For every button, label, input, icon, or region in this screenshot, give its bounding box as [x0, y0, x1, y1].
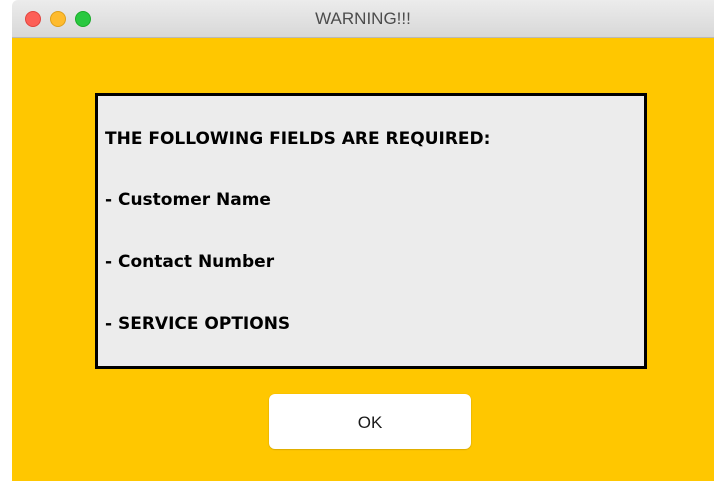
ok-button[interactable]: OK [269, 394, 471, 449]
required-field-customer-name: - Customer Name [105, 190, 271, 210]
required-field-contact-number: - Contact Number [105, 252, 275, 272]
title-bar[interactable]: WARNING!!! [12, 0, 714, 38]
required-fields-message-box: THE FOLLOWING FIELDS ARE REQUIRED: - Cus… [95, 93, 647, 369]
warning-dialog-window: WARNING!!! THE FOLLOWING FIELDS ARE REQU… [12, 0, 714, 481]
required-field-service-options: - SERVICE OPTIONS [105, 314, 291, 334]
dialog-content: THE FOLLOWING FIELDS ARE REQUIRED: - Cus… [12, 38, 714, 481]
window-title: WARNING!!! [315, 9, 411, 28]
message-heading: THE FOLLOWING FIELDS ARE REQUIRED: [105, 129, 491, 149]
